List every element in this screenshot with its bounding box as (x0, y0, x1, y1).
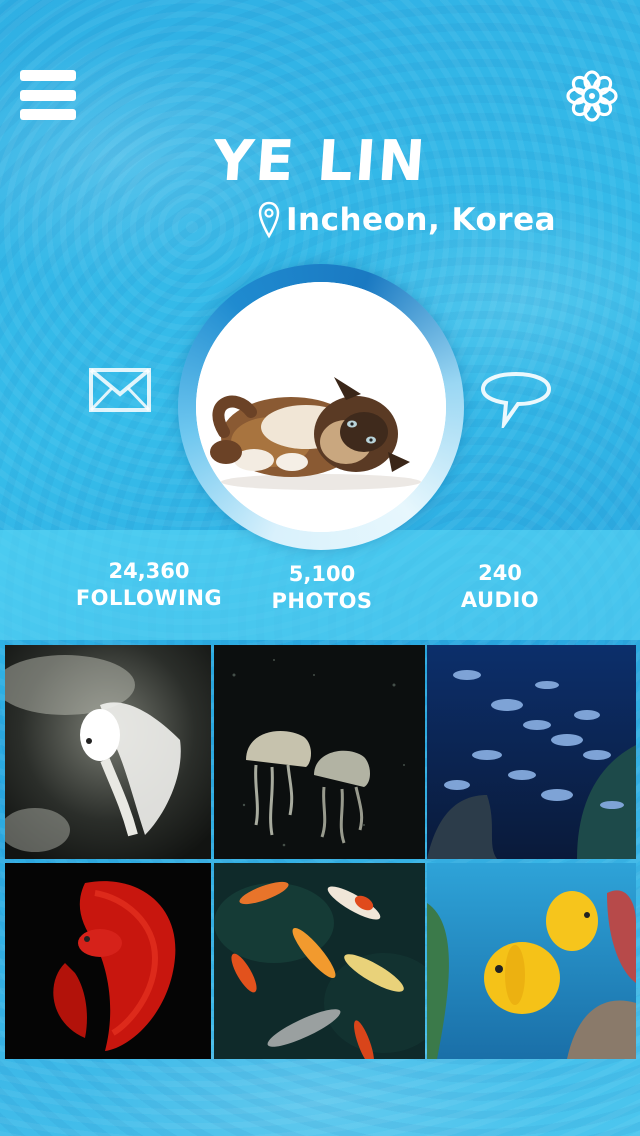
gallery-photo-white-betta[interactable] (5, 645, 211, 859)
hamburger-menu-icon (20, 70, 76, 81)
stat-label: AUDIO (460, 588, 540, 612)
message-button[interactable] (88, 366, 152, 414)
settings-button[interactable] (564, 68, 620, 124)
stat-following[interactable]: 24,360 FOLLOWING (69, 558, 229, 612)
profile-header: YE LIN (0, 129, 640, 194)
gallery-photo-red-betta[interactable] (5, 863, 211, 1059)
location: Incheon, Korea (258, 198, 556, 242)
stat-label: PHOTOS (271, 589, 373, 613)
stat-value: 240 (478, 561, 522, 585)
gallery-photo-koi[interactable] (214, 863, 425, 1059)
photo-gallery (5, 645, 636, 1059)
gallery-photo-yellow-fish[interactable] (427, 863, 636, 1059)
menu-button[interactable] (20, 70, 76, 120)
stat-value: 5,100 (288, 562, 356, 586)
stat-audio[interactable]: 240 AUDIO (420, 560, 580, 614)
cat-photo (196, 282, 446, 532)
location-pin-icon (258, 201, 280, 239)
avatar[interactable] (178, 264, 464, 550)
avatar-photo (196, 282, 446, 532)
speech-bubble-icon (480, 371, 552, 432)
stat-value: 24,360 (108, 559, 190, 583)
gallery-photo-jellyfish[interactable] (214, 645, 425, 859)
gallery-photo-school-of-fish[interactable] (427, 645, 636, 859)
comment-button[interactable] (480, 370, 552, 432)
flower-gear-icon (566, 70, 618, 122)
user-name: YE LIN (210, 129, 430, 194)
stat-label: FOLLOWING (75, 586, 223, 610)
mail-envelope-icon (89, 368, 151, 412)
stat-photos[interactable]: 5,100 PHOTOS (242, 561, 402, 615)
location-text: Incheon, Korea (286, 202, 557, 238)
